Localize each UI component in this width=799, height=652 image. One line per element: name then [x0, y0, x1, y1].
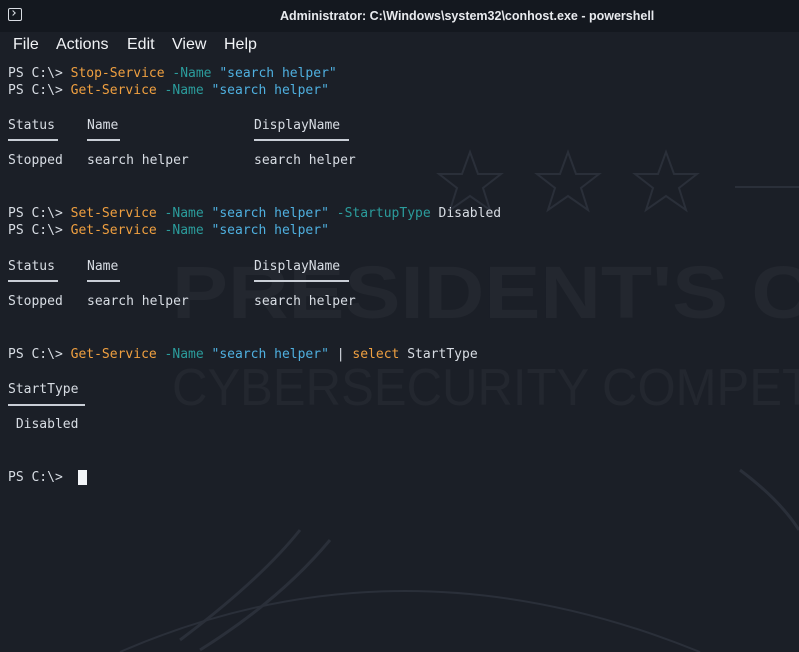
menu-bar: File Actions Edit View Help: [0, 32, 799, 60]
cell-displayname: search helper: [254, 153, 356, 168]
header-underline: [87, 139, 120, 141]
column-header-displayname: DisplayName: [254, 259, 341, 274]
menu-help[interactable]: Help: [224, 36, 257, 54]
menu-file[interactable]: File: [13, 36, 39, 54]
watermark-subtitle: CYBERSECURITY COMPET: [172, 359, 799, 417]
star-icon: [632, 149, 700, 213]
text-cursor: [78, 470, 87, 485]
menu-actions[interactable]: Actions: [56, 36, 108, 54]
cell-status: Stopped: [8, 153, 63, 168]
column-header-name: Name: [87, 259, 119, 274]
command-line: PS C:\> Get-Service -Name "search helper…: [8, 223, 329, 238]
header-underline: [8, 404, 85, 406]
cell-status: Stopped: [8, 294, 63, 309]
column-header-status: Status: [8, 259, 55, 274]
cell-name: search helper: [87, 294, 189, 309]
header-underline: [87, 280, 120, 282]
column-header-name: Name: [87, 118, 119, 133]
header-underline: [8, 139, 58, 141]
terminal-output[interactable]: PRESIDENT'S C CYBERSECURITY COMPET PS C:…: [0, 60, 799, 652]
window-title: Administrator: C:\Windows\system32\conho…: [280, 9, 655, 23]
command-line: PS C:\> Set-Service -Name "search helper…: [8, 206, 502, 221]
command-line: PS C:\> Stop-Service -Name "search helpe…: [8, 66, 337, 81]
column-header-starttype: StartType: [8, 382, 79, 397]
star-icon: [436, 149, 504, 213]
menu-view[interactable]: View: [172, 36, 206, 54]
menu-edit[interactable]: Edit: [127, 36, 155, 54]
column-header-status: Status: [8, 118, 55, 133]
prompt-line: PS C:\>: [8, 470, 71, 485]
terminal-icon[interactable]: [8, 8, 22, 21]
column-header-displayname: DisplayName: [254, 118, 341, 133]
star-icon: [534, 149, 602, 213]
header-underline: [8, 280, 58, 282]
command-line: PS C:\> Get-Service -Name "search helper…: [8, 347, 478, 362]
title-bar: Administrator: C:\Windows\system32\conho…: [0, 0, 799, 32]
cell-name: search helper: [87, 153, 189, 168]
header-underline: [254, 139, 349, 141]
cell-displayname: search helper: [254, 294, 356, 309]
header-underline: [254, 280, 349, 282]
cell-starttype: Disabled: [8, 417, 79, 432]
command-line: PS C:\> Get-Service -Name "search helper…: [8, 83, 329, 98]
